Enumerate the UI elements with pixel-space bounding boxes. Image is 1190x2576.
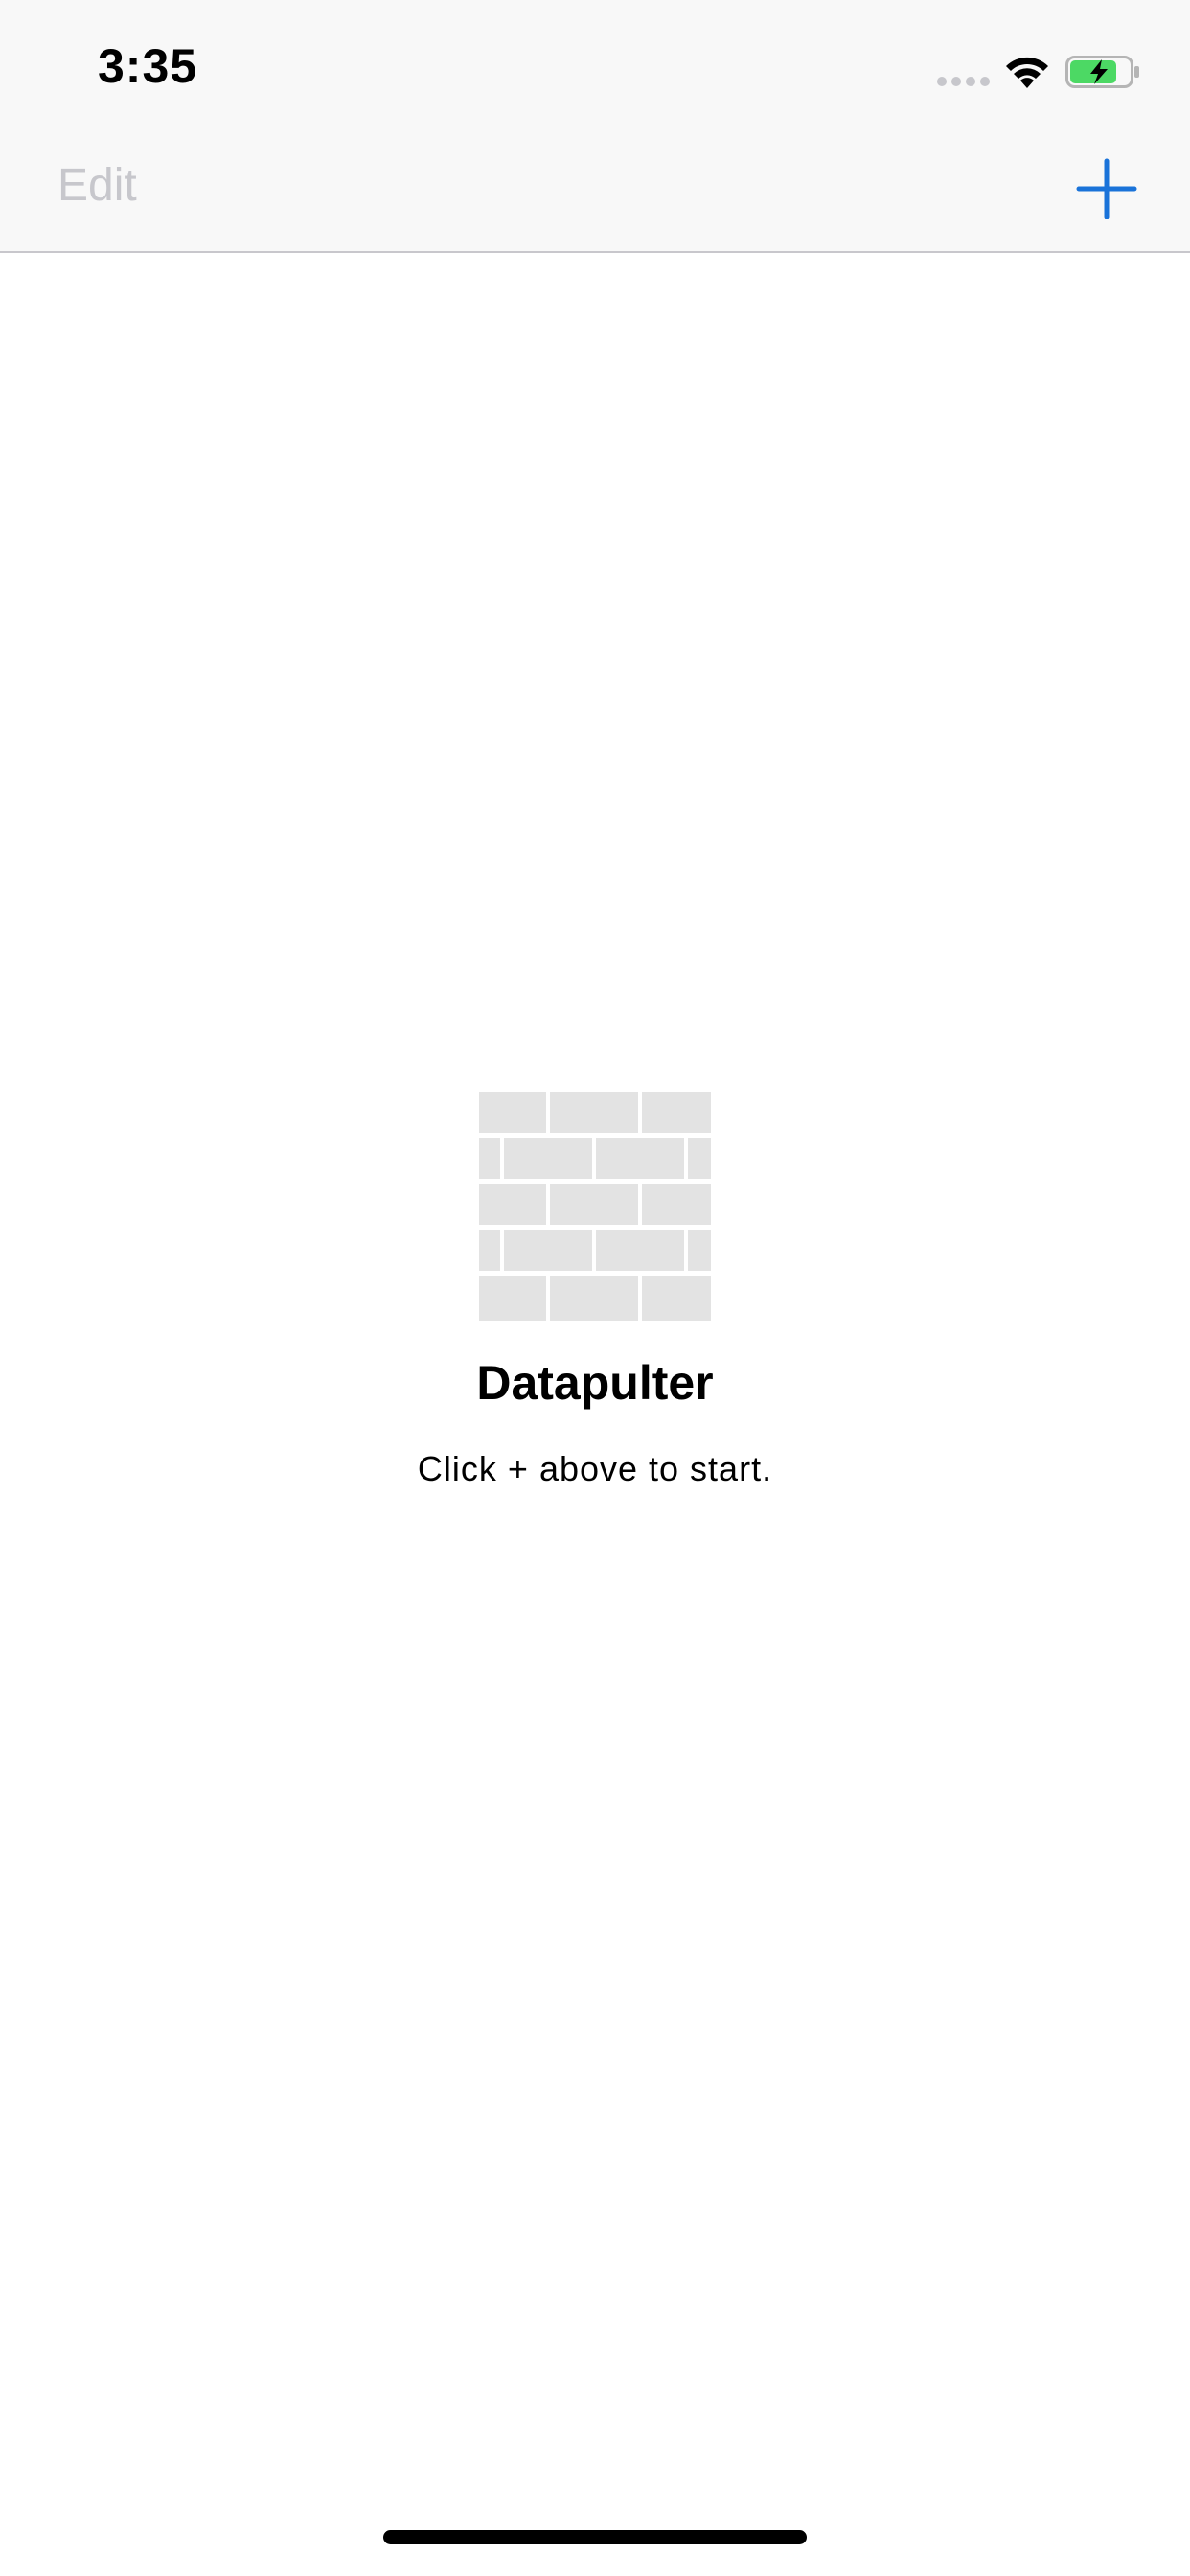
edit-button[interactable]: Edit	[57, 159, 137, 212]
empty-state: Datapulter Click + above to start.	[0, 1092, 1190, 1489]
status-time: 3:35	[98, 39, 198, 93]
brick-wall-icon	[479, 1092, 711, 1321]
add-button[interactable]	[1073, 155, 1140, 222]
plus-icon	[1076, 158, 1137, 219]
wifi-icon	[1006, 57, 1048, 88]
empty-state-title: Datapulter	[476, 1356, 714, 1410]
battery-charging-icon	[1065, 56, 1139, 88]
cellular-signal-icon	[937, 77, 990, 86]
empty-state-subtitle: Click + above to start.	[417, 1449, 773, 1488]
navigation-bar: 3:35 Edit	[0, 0, 1190, 253]
home-indicator[interactable]	[383, 2530, 807, 2544]
